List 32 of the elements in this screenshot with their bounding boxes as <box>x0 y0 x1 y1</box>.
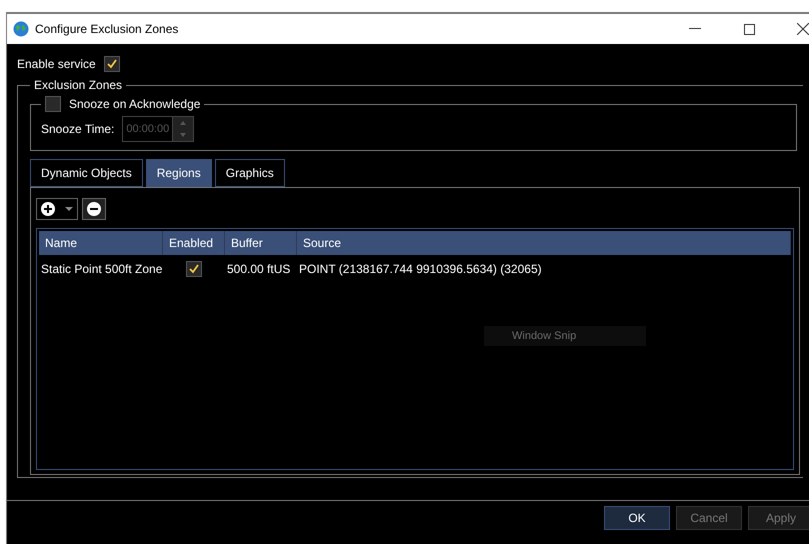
close-icon <box>797 23 809 35</box>
dialog-button[interactable]: OK <box>604 506 670 530</box>
add-button[interactable] <box>36 198 78 220</box>
snooze-label: Snooze on Acknowledge <box>69 97 200 111</box>
window-title: Configure Exclusion Zones <box>35 22 180 36</box>
column-header[interactable]: Source <box>297 231 791 255</box>
column-header[interactable]: Buffer <box>225 231 297 255</box>
table-cell-text: POINT (2138167.744 9910396.5634) (32065) <box>298 261 543 278</box>
enabled-checkbox[interactable] <box>186 261 202 277</box>
tab[interactable]: Graphics <box>214 159 285 187</box>
enable-service-checkbox[interactable] <box>104 56 120 72</box>
snooze-time-label: Snooze Time: <box>41 122 114 136</box>
enable-service-label: Enable service <box>17 57 96 71</box>
table-cell-text: Static Point 500ft Zone <box>40 261 163 278</box>
plus-icon <box>41 202 55 216</box>
minimize-icon <box>689 28 701 30</box>
minus-icon <box>87 202 101 216</box>
caret-icon <box>65 206 73 212</box>
table-cell-text: 500.00 ftUS <box>226 261 292 278</box>
globe-icon <box>13 21 29 37</box>
up-arrow-icon <box>180 121 186 125</box>
column-header[interactable]: Name <box>39 231 163 255</box>
remove-button[interactable] <box>82 198 106 220</box>
down-arrow-icon <box>180 133 186 137</box>
tab[interactable]: Regions <box>146 159 212 187</box>
tooltip: Window Snip <box>484 326 646 346</box>
column-header[interactable]: Enabled <box>163 231 225 255</box>
group-title: Exclusion Zones <box>34 78 122 92</box>
check-icon <box>189 264 199 274</box>
tab[interactable]: Dynamic Objects <box>30 159 143 187</box>
maximize-icon <box>744 24 754 34</box>
check-icon <box>106 59 117 69</box>
